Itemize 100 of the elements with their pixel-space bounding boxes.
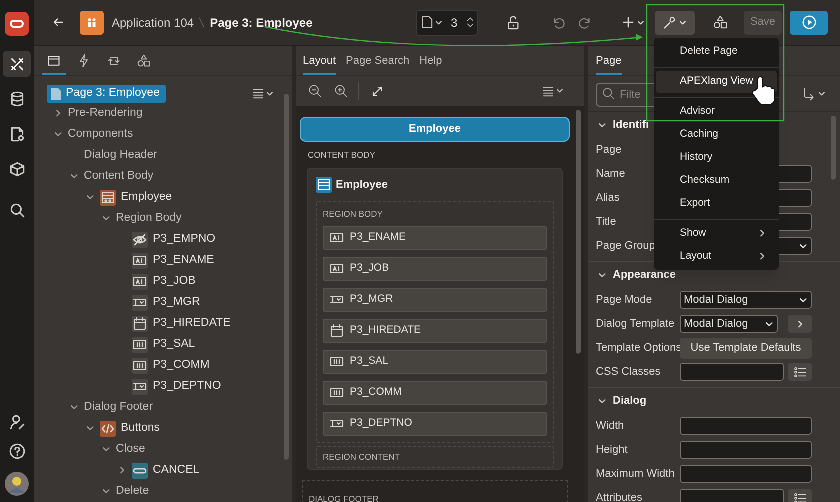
text-field[interactable] [680, 465, 812, 483]
redirect-icon [802, 86, 816, 100]
template-defaults-button[interactable]: Use Template Defaults [680, 338, 812, 358]
tree-item[interactable]: P3_COMM [153, 356, 210, 374]
utilities-button[interactable] [655, 10, 695, 34]
goto-button[interactable] [802, 86, 826, 100]
panel-tab[interactable]: Layout [303, 49, 336, 75]
text-field[interactable] [680, 417, 812, 435]
region-card[interactable]: Employee REGION BODY P3_ENAME P3_JOB P3_MGR P3_HIREDATE P3_SAL P3_COMM P3_DEPTNO REGION CONTENT [307, 168, 563, 470]
tree-item[interactable]: CANCEL [153, 462, 200, 480]
select-field[interactable]: Modal Dialog [680, 291, 812, 309]
tree-item[interactable]: P3_SAL [153, 336, 196, 354]
list-button[interactable] [788, 489, 812, 502]
page-item[interactable]: P3_DEPTNO [323, 412, 547, 436]
chevron-right-icon [796, 320, 804, 328]
menu-button[interactable] [253, 88, 274, 99]
text-field[interactable] [680, 441, 812, 459]
tree-item[interactable]: Delete [116, 482, 150, 500]
menu-item[interactable]: Delete Page [656, 41, 777, 63]
help-icon[interactable] [8, 443, 26, 460]
panel-tab[interactable]: Help [420, 49, 442, 75]
next-button[interactable] [788, 315, 812, 333]
page-item[interactable]: P3_ENAME [323, 226, 547, 250]
expand-icon [118, 466, 127, 475]
code-icon [100, 420, 116, 436]
page-selector[interactable]: 3 [416, 10, 478, 36]
scrollbar[interactable] [284, 94, 289, 460]
spinner-icon[interactable] [467, 16, 474, 29]
search-icon [602, 86, 615, 100]
tree-item[interactable]: P3_EMPNO [153, 230, 216, 248]
section-label: CONTENT BODY [308, 149, 376, 162]
tree-item[interactable]: P3_JOB [153, 272, 196, 290]
menu-item[interactable]: Layout [656, 246, 777, 268]
menu-item[interactable]: Export [656, 193, 777, 215]
shapes-icon [137, 54, 151, 68]
unlock-icon[interactable] [506, 15, 521, 30]
text-field[interactable] [680, 489, 784, 502]
tree-item[interactable]: Employee [121, 188, 172, 206]
tree-item[interactable]: Dialog Footer [84, 398, 154, 416]
zoom-in-icon[interactable] [334, 84, 348, 98]
menu-item[interactable]: Advisor [656, 100, 777, 122]
submenu-icon [758, 252, 767, 261]
dropdown-icon [765, 320, 774, 328]
menu-item[interactable]: Caching [656, 124, 777, 146]
redo-icon[interactable] [578, 15, 593, 30]
plus-icon[interactable] [623, 17, 634, 28]
cube-icon [8, 160, 26, 178]
menu-item[interactable]: Show [656, 222, 777, 244]
text-field-icon [132, 274, 148, 290]
property-label: CSS Classes [596, 364, 662, 380]
tree-item[interactable]: Buttons [121, 420, 160, 438]
lightning-icon [77, 54, 91, 68]
user-wrench-icon[interactable] [8, 414, 26, 431]
collapse-icon [54, 130, 63, 139]
menu-item[interactable]: Checksum [656, 170, 777, 192]
menu-icon [253, 88, 264, 99]
shapes-icon[interactable] [713, 15, 728, 30]
page-node[interactable]: Page 3: Employee [47, 84, 166, 102]
text-field[interactable] [680, 363, 784, 381]
section-title[interactable]: Identifi [613, 116, 650, 134]
back-arrow-icon[interactable] [52, 16, 65, 29]
tree-item[interactable]: Components [68, 126, 134, 144]
tree-item[interactable]: Close [116, 440, 146, 458]
list-button[interactable] [788, 363, 812, 381]
select-list-icon [132, 294, 148, 310]
property-label: Height [596, 442, 629, 458]
tree-item[interactable]: P3_DEPTNO [153, 378, 222, 396]
section-title[interactable]: Appearance [613, 266, 676, 284]
tree-item[interactable]: P3_MGR [153, 294, 200, 312]
undo-icon[interactable] [551, 15, 566, 30]
app-icon [80, 10, 104, 34]
scrollbar[interactable] [576, 110, 581, 354]
page-bar[interactable]: Employee [300, 117, 570, 142]
menu-item[interactable]: History [656, 146, 777, 168]
tree-item[interactable]: P3_HIREDATE [153, 314, 231, 332]
page-item[interactable]: P3_COMM [323, 381, 547, 405]
panel-tab[interactable]: Page Search [346, 49, 410, 75]
page-item[interactable]: P3_JOB [323, 257, 547, 281]
run-button[interactable] [790, 10, 828, 34]
play-icon [802, 15, 816, 30]
tree-item[interactable]: P3_ENAME [153, 252, 214, 270]
section-title[interactable]: Dialog [613, 392, 647, 410]
select-field[interactable]: Modal Dialog [680, 315, 778, 333]
page-item[interactable]: P3_HIREDATE [323, 319, 547, 343]
menu-item[interactable]: APEXlang View [656, 71, 777, 93]
tree-item[interactable]: Region Body [116, 210, 182, 228]
rail-button[interactable] [3, 51, 31, 77]
tree-item[interactable]: Pre-Rendering [68, 104, 143, 122]
page-item[interactable]: P3_MGR [323, 288, 547, 312]
zoom-out-icon[interactable] [308, 84, 322, 98]
panel-tab[interactable]: Page [596, 49, 622, 75]
tree-item[interactable]: Content Body [84, 168, 154, 186]
collapse-icon [86, 424, 95, 433]
page-item[interactable]: P3_SAL [323, 350, 547, 374]
avatar-icon[interactable] [5, 472, 29, 496]
tree-item[interactable]: Dialog Header [84, 146, 158, 164]
scrollbar[interactable] [831, 116, 836, 180]
expand-icon[interactable] [371, 84, 384, 98]
breadcrumb-link[interactable]: Application 104 [112, 14, 194, 32]
menu-button[interactable] [543, 86, 564, 96]
